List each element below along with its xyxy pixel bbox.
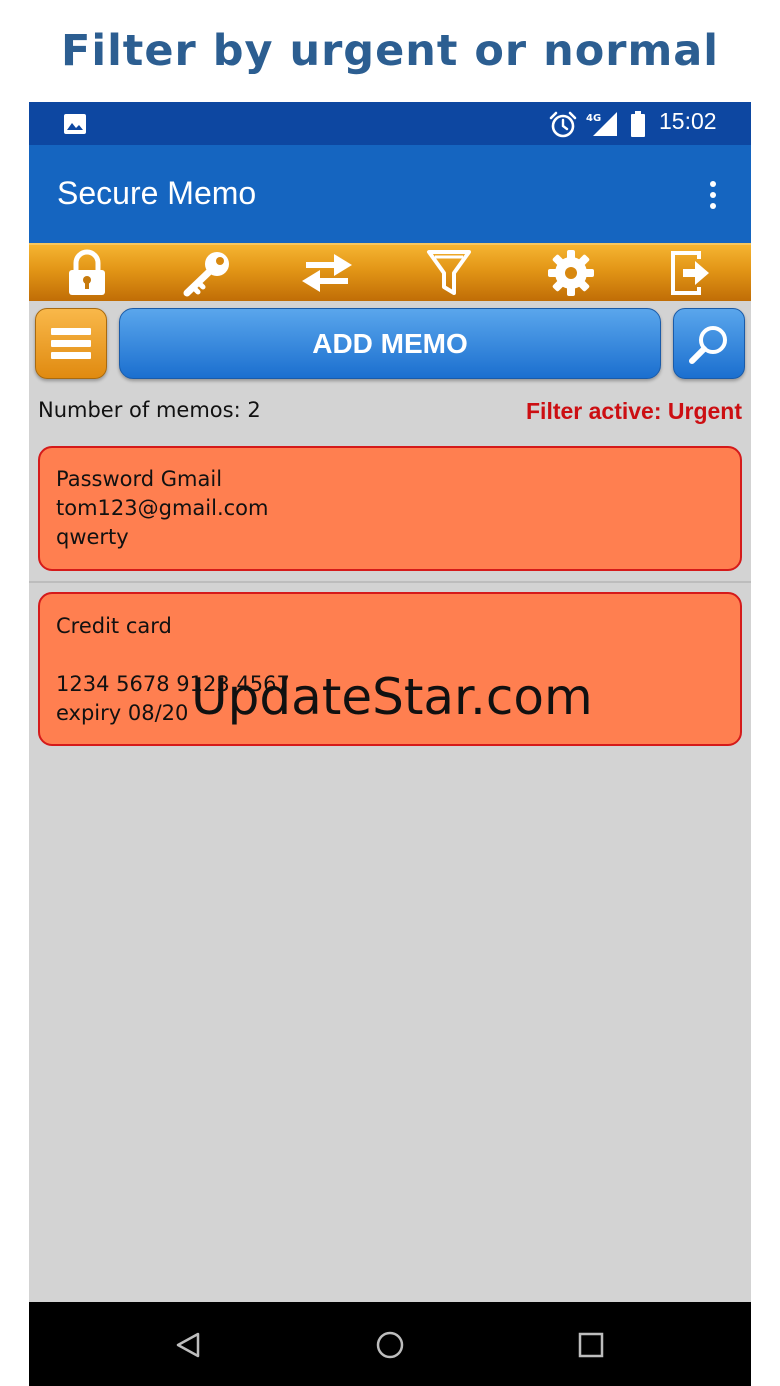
memo-line <box>56 641 724 670</box>
logout-icon <box>671 251 709 295</box>
navigation-bar <box>29 1302 751 1386</box>
key-icon <box>183 252 229 297</box>
search-button[interactable] <box>673 308 745 379</box>
memo-line: qwerty <box>56 525 129 549</box>
page-headline: Filter by urgent or normal <box>60 26 720 76</box>
menu-button[interactable] <box>35 308 107 379</box>
battery-icon <box>631 111 645 137</box>
settings-button[interactable] <box>541 248 601 298</box>
memo-line: Password Gmail <box>56 467 223 491</box>
key-button[interactable] <box>177 248 237 298</box>
app-bar: Secure Memo <box>29 145 751 243</box>
filter-status: Filter active: Urgent <box>526 398 742 424</box>
gear-icon <box>548 250 594 296</box>
add-memo-button[interactable]: ADD MEMO <box>119 308 661 379</box>
lock-icon <box>69 249 105 295</box>
alarm-icon <box>549 111 577 138</box>
status-time: 15:02 <box>659 108 717 134</box>
menu-icon <box>51 327 91 359</box>
back-icon[interactable] <box>175 1331 201 1359</box>
status-bar: 4G 15:02 <box>29 102 751 145</box>
memo-line: Credit card <box>56 614 172 638</box>
filter-button[interactable] <box>419 248 479 298</box>
list-divider <box>29 581 751 583</box>
signal-icon: 4G <box>586 112 617 136</box>
recent-apps-icon[interactable] <box>578 1332 604 1358</box>
swap-button[interactable] <box>297 248 357 298</box>
filter-icon <box>427 250 471 295</box>
image-icon <box>64 114 86 134</box>
swap-arrows-icon <box>302 254 352 292</box>
watermark: UpdateStar.com <box>191 668 593 726</box>
network-label: 4G <box>586 113 601 124</box>
memo-card[interactable]: Password Gmail tom123@gmail.com qwerty <box>38 446 742 571</box>
memo-count: Number of memos: 2 <box>38 398 261 422</box>
search-icon <box>689 325 727 364</box>
phone-screen: 4G 15:02 Secure Memo ADD MEMO Number of … <box>29 102 751 1386</box>
memo-line: tom123@gmail.com <box>56 496 269 520</box>
lock-button[interactable] <box>57 248 117 298</box>
icon-toolbar <box>29 243 751 301</box>
logout-button[interactable] <box>661 248 721 298</box>
more-vertical-icon[interactable] <box>701 179 725 211</box>
home-icon[interactable] <box>375 1330 405 1360</box>
app-title: Secure Memo <box>57 175 257 211</box>
